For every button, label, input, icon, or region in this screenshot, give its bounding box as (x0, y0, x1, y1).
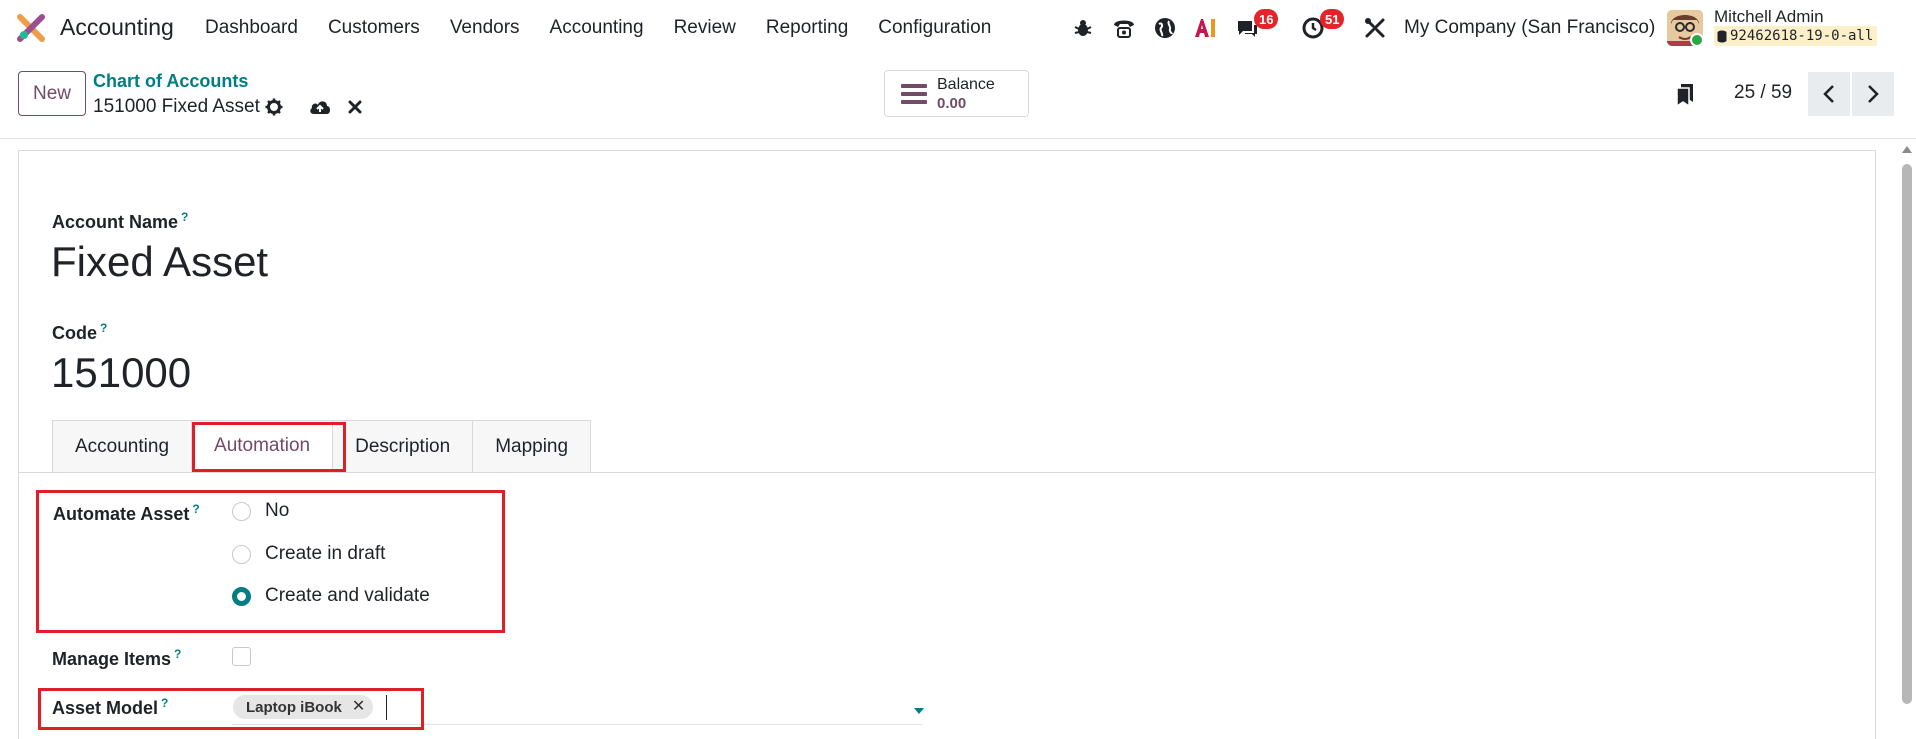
activities-badge: 51 (1320, 9, 1345, 29)
breadcrumb-current-record: 151000 Fixed Asset (93, 96, 260, 117)
main-menu: Dashboard Customers Vendors Accounting R… (205, 17, 1021, 39)
user-name[interactable]: Mitchell Admin (1714, 7, 1824, 27)
database-badge: 92462618-19-0-all (1714, 26, 1878, 46)
tabs-divider (18, 472, 1876, 473)
breadcrumb-chart-of-accounts[interactable]: Chart of Accounts (93, 71, 248, 92)
debug-icon[interactable] (1070, 13, 1096, 43)
code-help[interactable]: ? (100, 321, 107, 335)
highlight-automation-tab (192, 422, 346, 472)
scroll-up-arrow[interactable] (1902, 146, 1912, 153)
ai-icon[interactable] (1192, 13, 1218, 43)
dropdown-caret-icon[interactable] (914, 708, 924, 714)
menu-customers[interactable]: Customers (328, 17, 420, 39)
menu-review[interactable]: Review (674, 17, 736, 39)
tools-icon[interactable] (1362, 13, 1388, 43)
manage-items-label: Manage Items? (52, 647, 182, 669)
messages-icon[interactable]: 16 (1234, 9, 1279, 43)
menu-dashboard[interactable]: Dashboard (205, 17, 298, 39)
activities-icon[interactable]: 51 (1300, 9, 1345, 43)
manage-items-help[interactable]: ? (174, 647, 181, 661)
pager-previous-button[interactable] (1808, 72, 1850, 116)
menu-accounting[interactable]: Accounting (550, 17, 644, 39)
list-bars-icon (901, 84, 927, 104)
discard-close-icon[interactable] (344, 96, 366, 118)
chevron-right-icon (1868, 85, 1879, 103)
highlight-asset-model (38, 688, 424, 730)
account-name-label: Account Name? (52, 210, 189, 232)
cloud-upload-icon[interactable] (308, 96, 332, 118)
database-name: 92462618-19-0-all (1730, 28, 1874, 44)
database-icon (1717, 30, 1727, 42)
code-value[interactable]: 151000 (51, 349, 191, 397)
menu-configuration[interactable]: Configuration (878, 17, 991, 39)
balance-smart-button[interactable]: Balance 0.00 (884, 70, 1029, 117)
account-name-help[interactable]: ? (181, 210, 188, 224)
chevron-left-icon (1823, 85, 1834, 103)
bookmark-icon[interactable] (1674, 82, 1696, 108)
phone-icon[interactable] (1110, 13, 1138, 43)
new-button[interactable]: New (18, 71, 86, 116)
manage-items-checkbox[interactable] (232, 647, 251, 666)
pager-next-button[interactable] (1852, 72, 1894, 116)
balance-label: Balance (937, 76, 995, 93)
messages-badge: 16 (1254, 9, 1279, 29)
app-name[interactable]: Accounting (60, 14, 174, 41)
code-label: Code? (52, 321, 108, 343)
menu-reporting[interactable]: Reporting (766, 17, 848, 39)
pager-value[interactable]: 25 / 59 (1734, 82, 1792, 104)
online-status-dot (1690, 33, 1704, 47)
accounting-app-icon[interactable] (16, 13, 46, 43)
tab-mapping[interactable]: Mapping (472, 420, 592, 472)
tab-description[interactable]: Description (332, 420, 474, 472)
globe-icon[interactable] (1152, 13, 1178, 43)
gear-icon[interactable] (263, 96, 285, 118)
balance-value: 0.00 (937, 95, 967, 112)
account-name-value[interactable]: Fixed Asset (51, 238, 268, 286)
scrollbar-thumb[interactable] (1902, 164, 1912, 704)
company-switcher[interactable]: My Company (San Francisco) (1404, 17, 1655, 39)
menu-vendors[interactable]: Vendors (450, 17, 520, 39)
control-panel-divider (0, 138, 1916, 139)
top-navbar: Accounting Dashboard Customers Vendors A… (0, 0, 1916, 56)
tab-accounting[interactable]: Accounting (52, 420, 193, 472)
highlight-automate-asset (36, 490, 505, 633)
